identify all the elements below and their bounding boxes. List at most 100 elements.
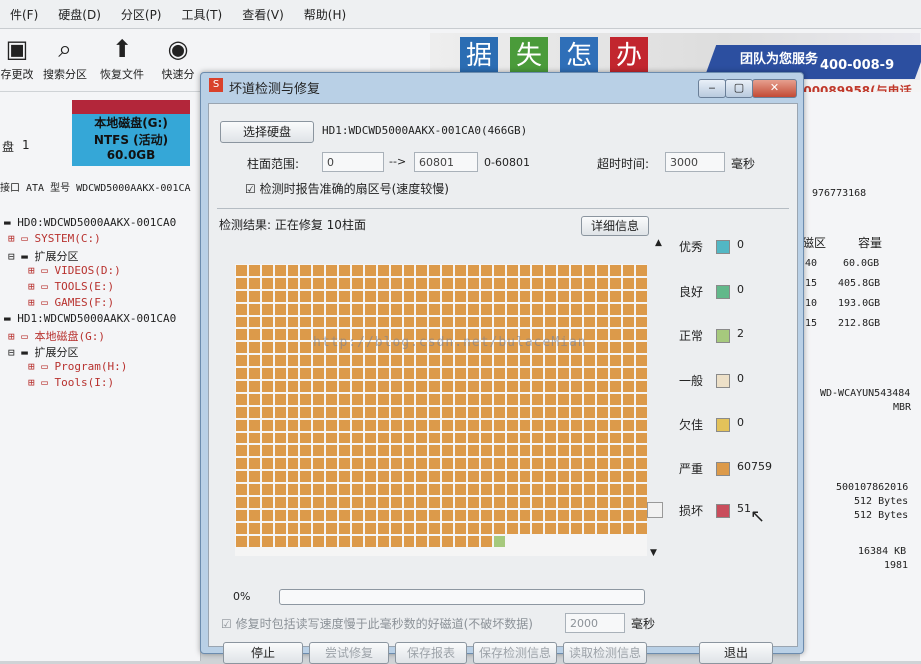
tree-part-games[interactable]: ⊞ ▭ GAMES(F:) xyxy=(0,296,200,312)
cylinder-cell xyxy=(274,342,286,354)
search-partition-button[interactable]: ⌕ 搜索分区 xyxy=(40,34,90,88)
cylinder-cell xyxy=(274,329,286,341)
cylinder-cell xyxy=(261,458,273,470)
cylinder-cell xyxy=(480,432,492,444)
cylinder-cell xyxy=(313,277,325,289)
cylinder-cell xyxy=(377,277,389,289)
cylinder-cell xyxy=(493,303,505,315)
cylinder-cell xyxy=(468,471,479,483)
timeout-input[interactable]: 3000 xyxy=(665,152,725,172)
cylinder-from-input[interactable]: 0 xyxy=(322,152,384,172)
cylinder-cell xyxy=(596,342,608,354)
restore-icon: ⬆ xyxy=(111,35,133,63)
tree-part-tools2[interactable]: ⊞ ▭ Tools(I:) xyxy=(0,376,200,392)
cylinder-cell xyxy=(300,316,312,328)
menu-tools[interactable]: 工具(T) xyxy=(172,6,233,23)
report-checkbox[interactable]: ☑ 检测时报告准确的扇区号(速度较慢) xyxy=(245,180,449,197)
cylinder-cell xyxy=(248,484,260,496)
maximize-button[interactable]: ▢ xyxy=(725,79,753,98)
tree-part-videos[interactable]: ⊞ ▭ VIDEOS(D:) xyxy=(0,264,200,280)
cylinder-cell xyxy=(635,329,647,341)
details-button[interactable]: 详细信息 xyxy=(581,216,649,236)
tree-extended-1[interactable]: ⊟ ▬ 扩展分区 xyxy=(0,248,200,264)
row-cell: 40 xyxy=(805,258,818,269)
cylinder-cell xyxy=(519,522,531,534)
cylinder-cell xyxy=(506,316,518,328)
cylinder-cell xyxy=(403,484,415,496)
cylinder-cell xyxy=(584,432,595,444)
repair-ms-input[interactable]: 2000 xyxy=(565,613,625,633)
save-changes-button[interactable]: ▣ 存更改 xyxy=(0,34,42,88)
cylinder-cell xyxy=(364,458,376,470)
cylinder-cell xyxy=(609,342,621,354)
cylinder-cell xyxy=(609,484,621,496)
cylinder-to-input[interactable]: 60801 xyxy=(414,152,478,172)
cylinder-cell xyxy=(532,497,544,508)
quick-partition-button[interactable]: ◉ 快速分 xyxy=(153,34,203,88)
legend-label: 正常 xyxy=(679,329,704,343)
cylinder-cell xyxy=(403,471,415,483)
cylinder-cell xyxy=(236,445,247,457)
cylinder-cell xyxy=(300,368,312,380)
menu-partition[interactable]: 分区(P) xyxy=(111,6,172,23)
cylinder-cell xyxy=(364,522,376,534)
tree-disk-hd1[interactable]: ▬ HD1:WDCWD5000AAKX-001CA0 xyxy=(0,312,200,328)
progress-bar xyxy=(279,589,645,605)
cylinder-cell xyxy=(352,355,363,367)
cylinder-cell xyxy=(364,406,376,418)
close-button[interactable]: ✕ xyxy=(752,79,797,98)
cylinder-cell xyxy=(416,316,428,328)
cylinder-cell xyxy=(352,277,363,289)
cylinder-cell xyxy=(532,277,544,289)
restore-files-button[interactable]: ⬆ 恢复文件 xyxy=(97,34,147,88)
timeout-label: 超时时间: xyxy=(597,157,650,171)
partition-card[interactable]: 本地磁盘(G:) NTFS (活动) 60.0GB xyxy=(72,100,190,166)
cylinder-cell xyxy=(261,355,273,367)
cylinder-cell xyxy=(493,290,505,302)
cylinder-cell xyxy=(287,329,299,341)
cylinder-cell xyxy=(274,381,286,392)
tree-part-tools[interactable]: ⊞ ▭ TOOLS(E:) xyxy=(0,280,200,296)
cylinder-cell xyxy=(313,458,325,470)
cylinder-cell xyxy=(326,303,338,315)
tree-disk-hd0[interactable]: ▬ HD0:WDCWD5000AAKX-001CA0 xyxy=(0,216,200,232)
cylinder-cell xyxy=(300,419,312,431)
cylinder-cell xyxy=(326,509,338,521)
cylinder-cell xyxy=(558,432,570,444)
cylinder-cell xyxy=(364,393,376,405)
repair-slow-checkbox[interactable]: ☑ 修复时包括读写速度慢于此毫秒数的好磁道(不破坏数据) xyxy=(221,615,533,632)
scroll-up-arrow[interactable]: ▲ xyxy=(655,238,662,248)
cylinder-cell xyxy=(377,458,389,470)
cylinder-cell xyxy=(622,484,634,496)
cylinder-cell xyxy=(545,265,557,276)
cylinder-cell xyxy=(352,509,363,521)
cylinder-cell xyxy=(403,535,415,547)
minimize-button[interactable]: ‒ xyxy=(698,79,726,98)
repair-ms-unit: 毫秒 xyxy=(631,617,656,631)
cylinder-cell xyxy=(236,432,247,444)
scroll-down-arrow[interactable]: ▼ xyxy=(650,548,657,558)
dialog-titlebar[interactable]: S 坏道检测与修复 ‒ ▢ ✕ xyxy=(201,73,803,99)
cylinder-cell xyxy=(596,290,608,302)
tree-extended-2[interactable]: ⊟ ▬ 扩展分区 xyxy=(0,344,200,360)
tree-part-local-g[interactable]: ⊞ ▭ 本地磁盘(G:) xyxy=(0,328,200,344)
cylinder-cell xyxy=(545,303,557,315)
cylinder-cell xyxy=(596,329,608,341)
cylinder-cell xyxy=(493,535,505,547)
selected-disk-name: HD1:WDCWD5000AAKX-001CA0(466GB) xyxy=(322,124,528,137)
cylinder-cell xyxy=(287,290,299,302)
partition-card-fs: NTFS (活动) xyxy=(93,133,169,147)
cylinder-cell xyxy=(596,509,608,521)
cylinder-cell xyxy=(493,471,505,483)
select-disk-button[interactable]: 选择硬盘 xyxy=(220,121,314,143)
menu-disk[interactable]: 硬盘(D) xyxy=(48,6,111,23)
menu-help[interactable]: 帮助(H) xyxy=(294,6,356,23)
dialog-body: 选择硬盘 HD1:WDCWD5000AAKX-001CA0(466GB) 柱面范… xyxy=(208,103,798,664)
menu-view[interactable]: 查看(V) xyxy=(232,6,294,23)
menu-file[interactable]: 件(F) xyxy=(0,6,48,23)
tree-part-program[interactable]: ⊞ ▭ Program(H:) xyxy=(0,360,200,376)
cylinder-cell xyxy=(506,265,518,276)
tree-part-system[interactable]: ⊞ ▭ SYSTEM(C:) xyxy=(0,232,200,248)
cylinder-cell xyxy=(313,419,325,431)
cylinder-cell xyxy=(571,497,583,508)
